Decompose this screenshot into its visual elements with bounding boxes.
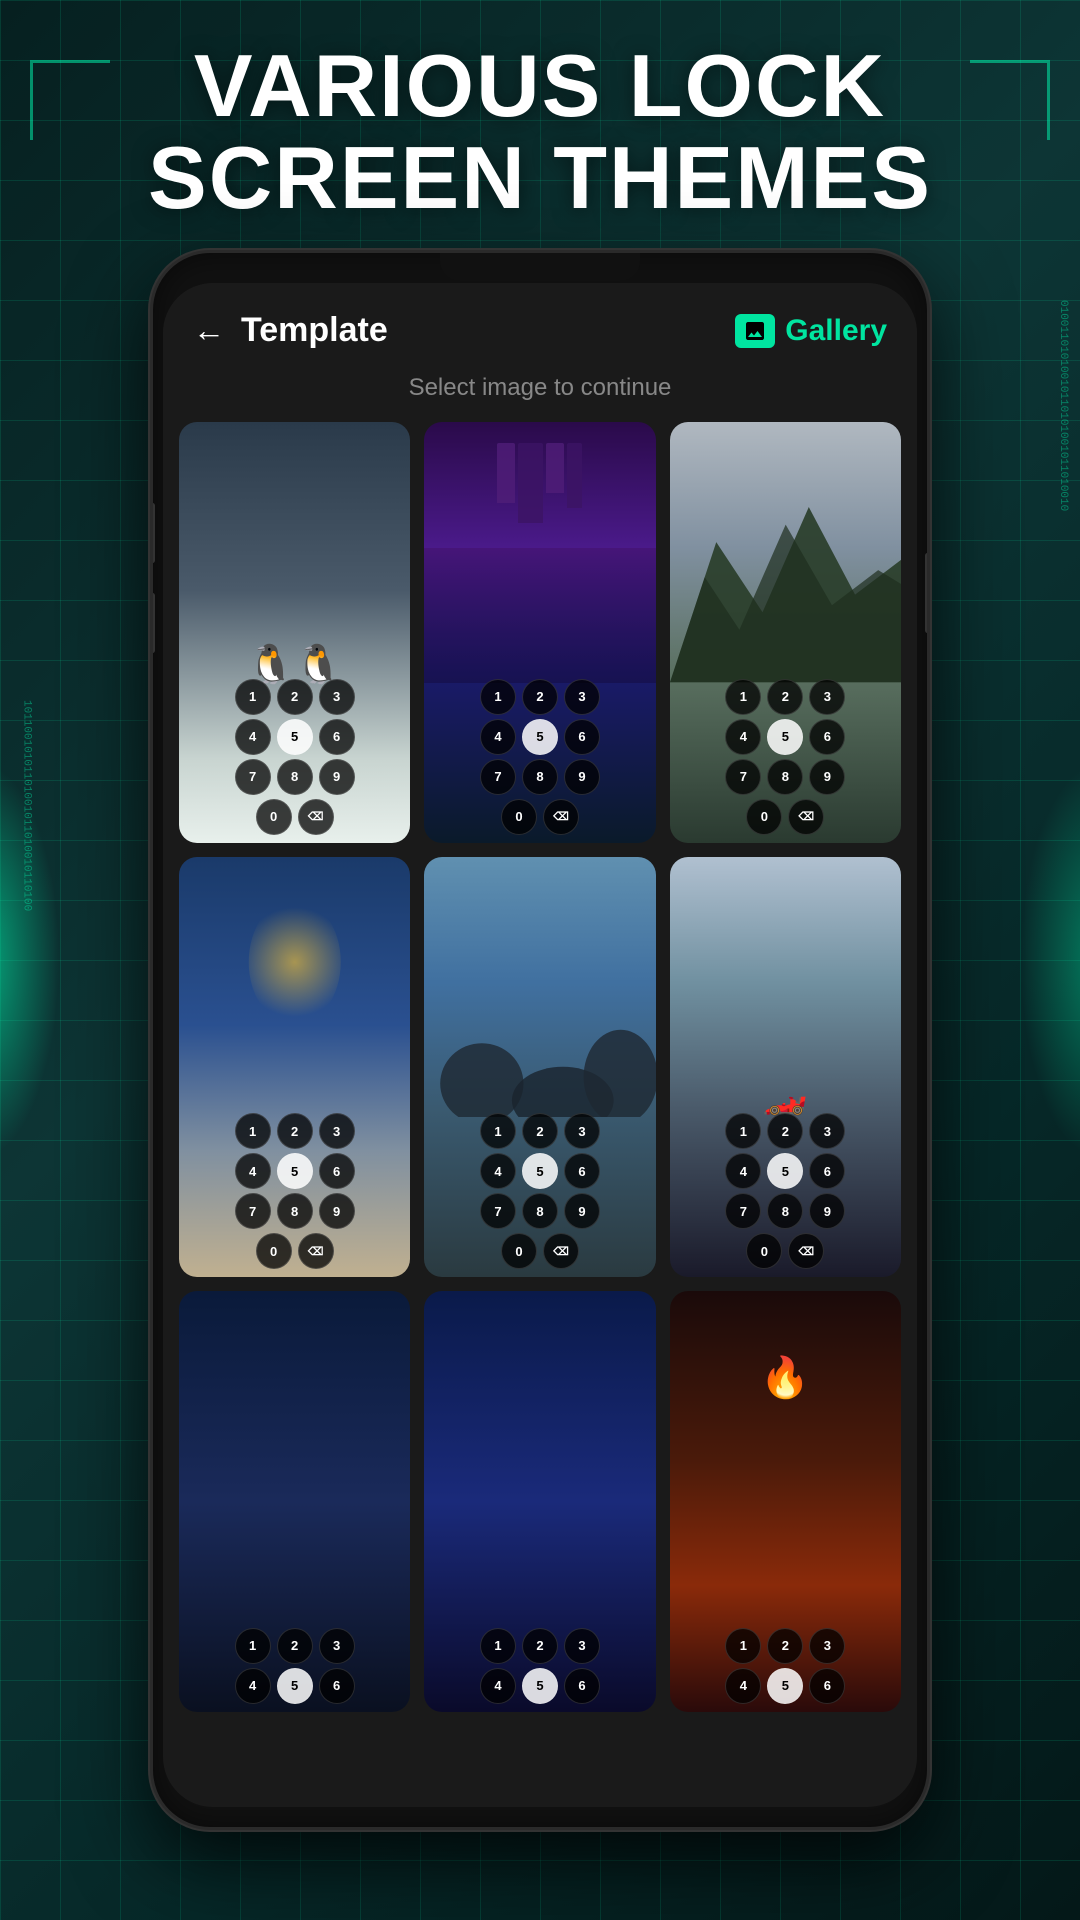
page-title: Template: [241, 311, 388, 350]
binary-strip-left: 10110010101101001011010010110100: [18, 700, 33, 911]
keypad-river: 123 456 789 0⌫: [424, 1107, 655, 1277]
theme-card-car[interactable]: 🏎️ 123 456 789 0⌫: [670, 857, 901, 1278]
side-button-vol-up: [150, 503, 155, 563]
rocks-silhouette: [424, 949, 655, 1117]
keypad-fire: 123 456: [670, 1622, 901, 1712]
sun: [248, 899, 341, 1025]
keypad-beach: 123 456 789 0⌫: [179, 1107, 410, 1277]
phone-screen: ← Template Gallery Select image to conti…: [163, 283, 917, 1807]
header-title: VARIOUS LOCK SCREEN THEMES: [0, 40, 1080, 225]
gallery-button[interactable]: Gallery: [735, 314, 887, 348]
theme-card-river[interactable]: 123 456 789 0⌫: [424, 857, 655, 1278]
side-button-power: [925, 553, 930, 633]
gallery-label: Gallery: [785, 314, 887, 348]
side-button-vol-down: [150, 593, 155, 653]
header-line2: SCREEN THEMES: [0, 132, 1080, 224]
theme-card-city[interactable]: 123 456 789 0⌫: [424, 422, 655, 843]
gallery-icon: [735, 314, 775, 348]
theme-card-space[interactable]: 123 456: [424, 1291, 655, 1712]
themes-grid: 🐧🐧 123 456 789 0⌫: [163, 422, 917, 1712]
subtitle: Select image to continue: [163, 366, 917, 422]
keypad-penguins: 123 456 789 0⌫: [179, 673, 410, 843]
keypad-mountains: 123 456 789 0⌫: [670, 673, 901, 843]
theme-card-mountains[interactable]: 123 456 789 0⌫: [670, 422, 901, 843]
city-glow: [424, 548, 655, 683]
glow-right: [1020, 760, 1080, 1160]
fire-emoji: 🔥: [760, 1354, 810, 1401]
gallery-svg: [743, 319, 767, 343]
top-bar-left: ← Template: [193, 311, 388, 350]
mountain-silhouette: [670, 472, 901, 682]
theme-card-dark-blue[interactable]: 123 456: [179, 1291, 410, 1712]
binary-strip-right: 01001101010010110101001011010010: [1055, 300, 1070, 511]
keypad-car: 123 456 789 0⌫: [670, 1107, 901, 1277]
keypad-space: 123 456: [424, 1622, 655, 1712]
keypad-city: 123 456 789 0⌫: [424, 673, 655, 843]
phone-notch: [440, 253, 640, 281]
header-line1: VARIOUS LOCK: [0, 40, 1080, 132]
top-bar: ← Template Gallery: [163, 283, 917, 366]
theme-card-beach[interactable]: 123 456 789 0⌫: [179, 857, 410, 1278]
keypad-dark-blue: 123 456: [179, 1622, 410, 1712]
city-buildings: [424, 443, 655, 523]
theme-card-penguins[interactable]: 🐧🐧 123 456 789 0⌫: [179, 422, 410, 843]
theme-card-fire[interactable]: 🔥 123 456: [670, 1291, 901, 1712]
back-button[interactable]: ←: [193, 312, 225, 349]
phone-mockup: ← Template Gallery Select image to conti…: [150, 250, 930, 1830]
